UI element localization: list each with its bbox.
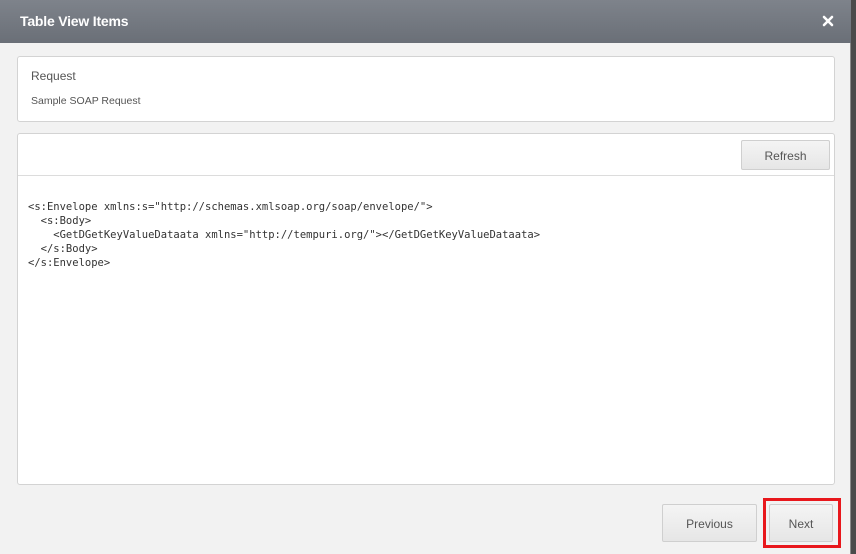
code-line: </s:Body> — [28, 243, 98, 255]
refresh-button[interactable]: Refresh — [741, 140, 830, 170]
table-view-items-dialog: Table View Items Request Sample SOAP Req… — [0, 0, 851, 554]
request-subtitle: Sample SOAP Request — [31, 95, 141, 107]
code-line: <s:Envelope xmlns:s="http://schemas.xmls… — [28, 201, 433, 213]
editor-toolbar: Refresh — [18, 134, 834, 176]
next-button[interactable]: Next — [769, 504, 833, 542]
code-line: <GetDGetKeyValueDataata xmlns="http://te… — [28, 229, 541, 241]
previous-button[interactable]: Previous — [662, 504, 757, 542]
code-line: </s:Envelope> — [28, 257, 111, 269]
soap-editor-panel: Refresh <s:Envelope xmlns:s="http://sche… — [17, 133, 835, 485]
request-title: Request — [31, 69, 76, 83]
soap-request-code[interactable]: <s:Envelope xmlns:s="http://schemas.xmls… — [28, 200, 540, 270]
request-panel: Request Sample SOAP Request — [17, 56, 835, 122]
dialog-header: Table View Items — [0, 0, 851, 43]
code-line: <s:Body> — [28, 215, 92, 227]
dialog-title: Table View Items — [20, 13, 129, 29]
close-icon[interactable] — [817, 10, 839, 32]
